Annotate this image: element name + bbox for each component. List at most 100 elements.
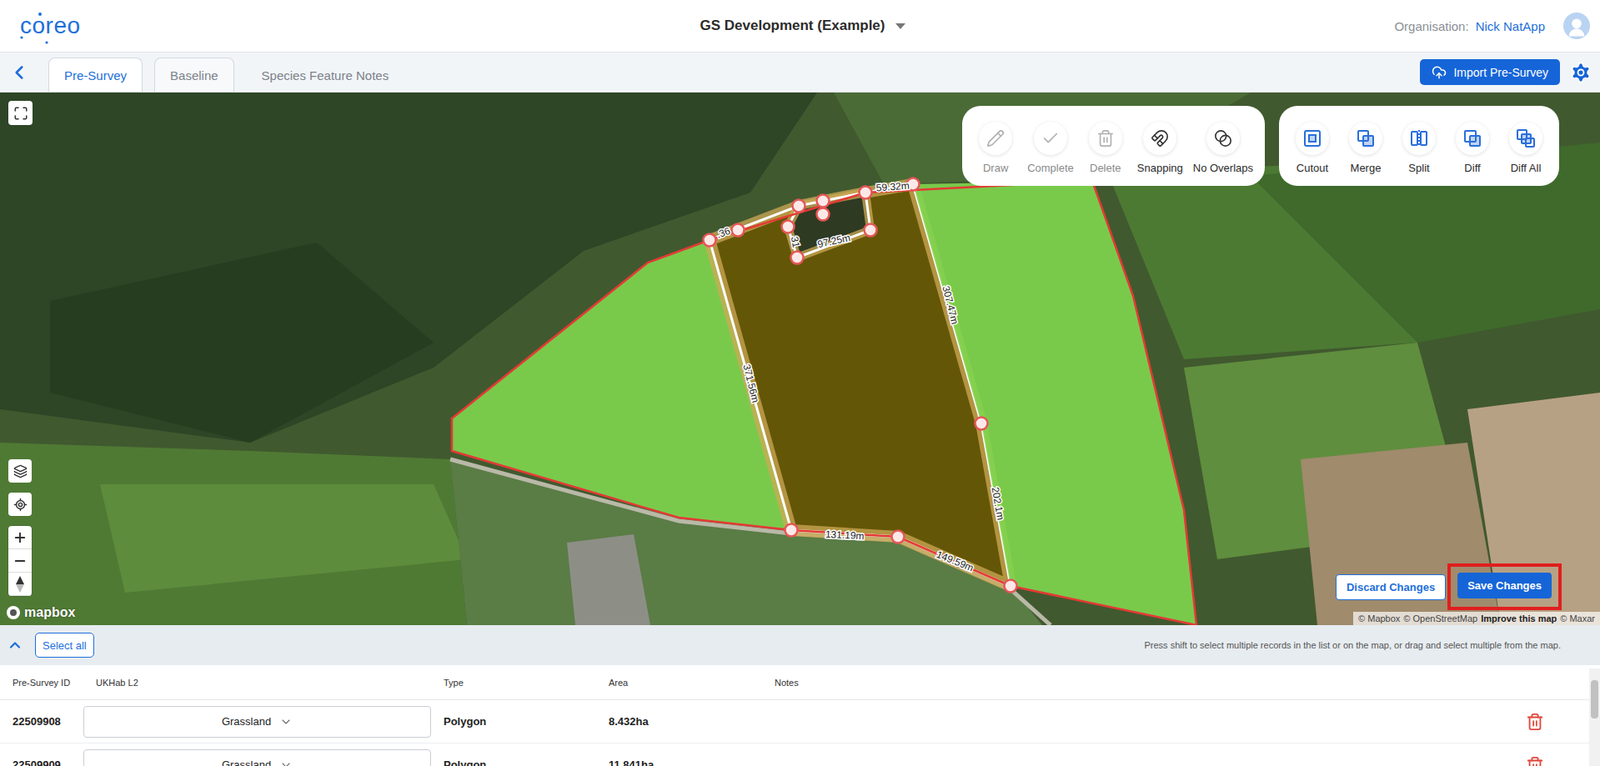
gear-icon (1569, 60, 1593, 85)
tool-button[interactable]: Merge (1340, 121, 1391, 175)
list-toolbar: Select all Press shift to select multiple… (0, 625, 1600, 666)
minus-icon (12, 553, 28, 569)
vertex-handle[interactable] (782, 220, 795, 234)
mapbox-logo[interactable]: mapbox (5, 605, 76, 621)
type-cell: Polygon (431, 758, 597, 766)
vertex-handle[interactable] (732, 224, 745, 237)
tab[interactable]: Baseline (154, 57, 235, 92)
layers-button[interactable] (8, 459, 32, 483)
fullscreen-icon (13, 105, 29, 121)
settings-button[interactable] (1568, 60, 1594, 86)
column-header: Type (431, 677, 597, 688)
project-title: GS Development (Example) (699, 17, 885, 35)
tool-button[interactable]: Delete (1080, 121, 1131, 175)
select-all-button[interactable]: Select all (35, 632, 95, 658)
caret-down-icon (895, 23, 906, 30)
delete-row-button[interactable] (1522, 752, 1548, 766)
measurement-label: 149.59m (934, 548, 976, 574)
tool-button[interactable]: Diff All (1500, 121, 1551, 175)
fullscreen-button[interactable] (8, 100, 33, 126)
hint-text: Press shift to select multiple records i… (1143, 640, 1561, 651)
user-icon (1564, 15, 1589, 40)
column-header: Area (596, 677, 763, 688)
save-button[interactable]: Save Changes (1457, 572, 1552, 599)
measurement-label: 131.19m (825, 528, 865, 542)
tool-button[interactable]: Draw (970, 121, 1021, 175)
vertex-handle[interactable] (817, 208, 830, 221)
scrollbar[interactable] (1589, 668, 1600, 766)
logo-dots-icon (15, 9, 82, 46)
vertex-handle[interactable] (859, 186, 873, 200)
tool-button[interactable]: Complete (1023, 121, 1078, 175)
locate-button[interactable] (8, 492, 32, 517)
map-attribution: © Mapbox© OpenStreetMapImprove this map©… (1353, 611, 1600, 626)
vertex-handle[interactable] (785, 524, 798, 537)
map-controls (8, 459, 32, 597)
app: coreoGS Development (Example)Organisatio… (0, 0, 1600, 766)
import-button[interactable]: Import Pre-Survey (1419, 59, 1560, 86)
table-row[interactable]: 22509908GrasslandPolygon8.432ha (0, 700, 1590, 744)
column-header: Notes (762, 677, 1523, 688)
column-header: Pre-Survey ID (0, 677, 84, 688)
tab[interactable]: Species Feature Notes (245, 57, 406, 92)
check-icon (1041, 129, 1060, 148)
vertex-handle[interactable] (792, 200, 806, 213)
edit-tools: CutoutMergeSplitDiffDiff All (1278, 105, 1560, 186)
collapse-button[interactable] (5, 635, 26, 656)
habitat-select[interactable]: Grassland (83, 706, 432, 738)
tab-bar: Pre-Survey Baseline Species Feature Notes I… (0, 52, 1600, 93)
diff-icon (1462, 128, 1483, 149)
scroll-thumb[interactable] (1590, 680, 1599, 719)
vertex-handle[interactable] (864, 224, 878, 237)
tool-button[interactable]: Cutout (1287, 121, 1338, 175)
map[interactable]: 59.32m97.25m307.47m202.1m371.56m131.19m1… (0, 92, 1600, 626)
tool-button[interactable]: Snapping (1133, 121, 1187, 175)
delete-row-button[interactable] (1522, 709, 1548, 735)
trash-icon (1096, 129, 1115, 148)
overlap-icon (1213, 129, 1233, 148)
compass-button[interactable] (8, 572, 32, 597)
trash-icon (1525, 712, 1545, 732)
records-table: Pre-Survey IDUKHab L2TypeAreaNotes 225099… (0, 665, 1600, 766)
measurement-label: 97.25m (816, 231, 852, 251)
tab[interactable]: Pre-Survey (48, 57, 143, 92)
id-cell: 22509908 (0, 715, 84, 728)
diff-all-icon (1515, 128, 1536, 149)
project-selector[interactable]: GS Development (Example) (699, 17, 905, 35)
column-header: UKHab L2 (83, 677, 432, 688)
zoom-in-button[interactable] (8, 526, 32, 550)
tool-button[interactable]: Diff (1447, 121, 1498, 175)
organisation-name[interactable]: Nick NatApp (1475, 19, 1545, 34)
vertex-handle[interactable] (975, 417, 989, 431)
attribution-link[interactable]: © Mapbox (1358, 613, 1400, 624)
attribution-link[interactable]: © Maxar (1559, 613, 1595, 624)
logo[interactable]: coreo (15, 9, 86, 43)
measurement-label: 59.32m (875, 180, 910, 195)
vertex-handle[interactable] (703, 234, 717, 247)
type-cell: Polygon (431, 715, 597, 728)
chevron-up-icon (6, 636, 24, 654)
back-button[interactable] (6, 55, 32, 90)
attribution-link[interactable]: © OpenStreetMap (1403, 613, 1478, 624)
table-row[interactable]: 22509909GrasslandPolygon11.841ha (0, 743, 1590, 766)
habitat-select[interactable]: Grassland (83, 749, 432, 766)
tool-button[interactable]: No Overlaps (1189, 121, 1257, 175)
map-feature[interactable] (912, 180, 1197, 626)
plus-icon (12, 530, 28, 546)
vertex-handle[interactable] (892, 531, 905, 544)
locate-icon (13, 497, 28, 512)
vertex-handle[interactable] (817, 195, 830, 208)
tool-button[interactable]: Split (1394, 121, 1445, 175)
chevron-left-icon (8, 61, 31, 84)
vertex-handle[interactable] (791, 251, 804, 265)
area-cell: 11.841ha (596, 758, 763, 766)
trash-icon (1525, 756, 1545, 766)
attribution-link[interactable]: Improve this map (1480, 613, 1557, 624)
top-bar: coreoGS Development (Example)Organisatio… (0, 0, 1600, 53)
avatar[interactable] (1563, 12, 1590, 40)
zoom-out-button[interactable] (8, 549, 32, 573)
pencil-icon (986, 129, 1005, 148)
vertex-handle[interactable] (1004, 580, 1018, 593)
measurement-label: 307.47m (939, 285, 961, 327)
discard-button[interactable]: Discard Changes (1335, 574, 1446, 601)
